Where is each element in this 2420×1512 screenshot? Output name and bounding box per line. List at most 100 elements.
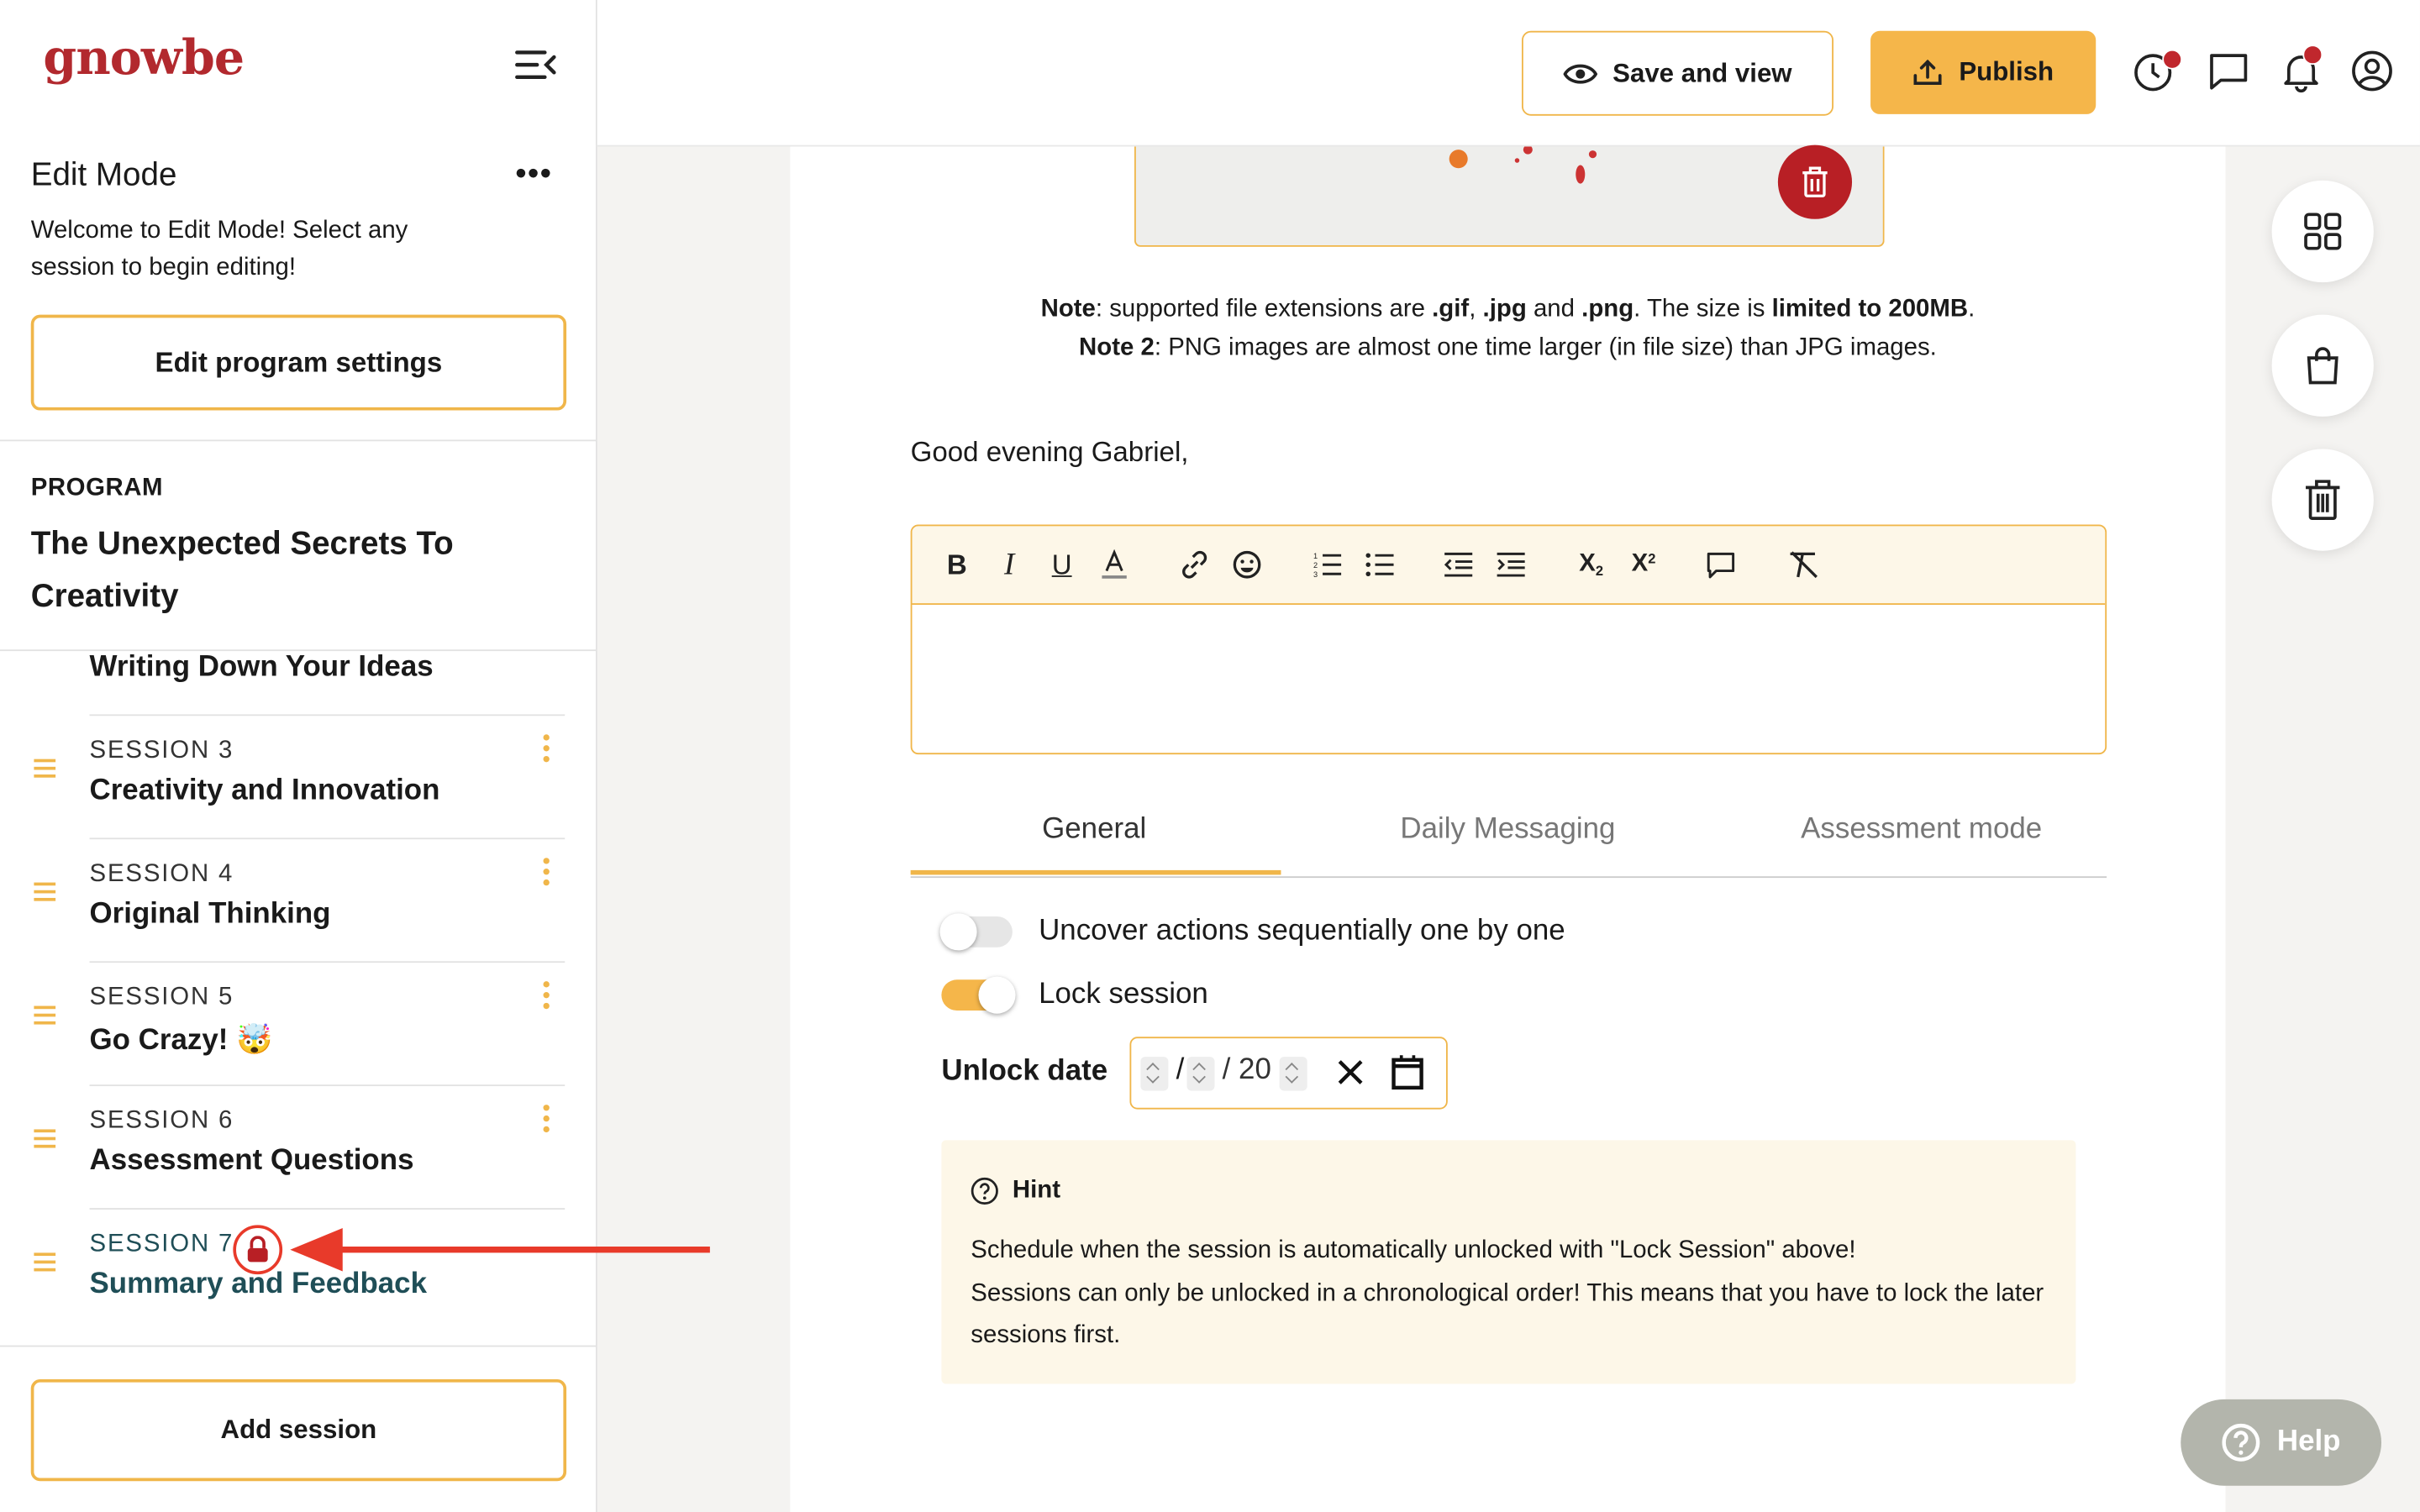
- bell-icon[interactable]: [2280, 45, 2323, 93]
- shop-button[interactable]: [2271, 314, 2374, 417]
- underline-icon[interactable]: U: [1044, 548, 1078, 581]
- session-name: Original Thinking: [89, 897, 331, 931]
- drag-handle-icon[interactable]: [34, 759, 56, 783]
- gnowbe-logo[interactable]: gnowbe: [43, 31, 245, 87]
- year-prefix: / 20: [1222, 1053, 1271, 1087]
- file-note: Note: supported file extensions are .gif…: [790, 297, 2225, 324]
- profile-icon[interactable]: [2350, 50, 2393, 92]
- outdent-icon[interactable]: [1441, 548, 1475, 581]
- save-and-view-label: Save and view: [1612, 57, 1792, 87]
- subscript-icon[interactable]: X2: [1573, 548, 1610, 581]
- superscript-icon[interactable]: X2: [1625, 548, 1662, 581]
- session-menu-icon[interactable]: [537, 734, 555, 767]
- hint-body: Schedule when the session is automatical…: [971, 1230, 2059, 1357]
- note-text: : PNG images are almost one time larger …: [1154, 334, 1937, 361]
- session-item-5[interactable]: SESSION 5 Go Crazy! 🤯: [0, 963, 596, 1087]
- hint-box: Hint Schedule when the session is automa…: [941, 1140, 2076, 1384]
- ext-png: .png: [1581, 296, 1634, 323]
- lock-session-toggle[interactable]: [941, 976, 1016, 1014]
- eye-icon: [1563, 63, 1597, 83]
- drag-handle-icon[interactable]: [34, 882, 56, 906]
- month-spinner[interactable]: [1140, 1057, 1169, 1091]
- hint-title: Hint: [1012, 1177, 1061, 1204]
- collapse-sidebar-icon[interactable]: [514, 46, 557, 83]
- calendar-icon[interactable]: [1391, 1053, 1424, 1090]
- tab-general[interactable]: General: [895, 787, 1293, 874]
- session-menu-icon[interactable]: [537, 858, 555, 890]
- file-note-2: Note 2: PNG images are almost one time l…: [790, 335, 2225, 363]
- cover-image-preview: [1134, 146, 1885, 247]
- trash-icon: [2306, 480, 2340, 520]
- ext-gif: .gif: [1432, 296, 1470, 323]
- uncover-sequential-toggle[interactable]: [939, 913, 1013, 951]
- toggle-knob: [978, 976, 1016, 1014]
- indent-icon[interactable]: [1494, 548, 1528, 581]
- drag-handle-icon[interactable]: [34, 1252, 56, 1276]
- program-title: The Unexpected Secrets To Creativity: [30, 526, 454, 615]
- delete-image-button[interactable]: [1777, 144, 1853, 219]
- emoji-icon[interactable]: [1230, 548, 1264, 581]
- unlock-date-input[interactable]: / / 20: [1129, 1037, 1448, 1110]
- sidebar: gnowbe Edit Mode ••• Welcome to Edit Mod…: [0, 0, 597, 1512]
- session-item-3[interactable]: SESSION 3 Creativity and Innovation: [0, 716, 596, 840]
- grid-icon: [2304, 213, 2342, 250]
- notification-dot: [2162, 49, 2183, 70]
- bold-icon[interactable]: B: [940, 548, 974, 581]
- chat-icon[interactable]: [2207, 50, 2249, 92]
- note-text: . The size is: [1634, 296, 1772, 323]
- note-label: Note: [1040, 296, 1096, 323]
- bullet-list-icon[interactable]: [1363, 548, 1397, 581]
- drag-handle-icon[interactable]: [34, 1129, 56, 1152]
- date-separator: /: [1176, 1053, 1185, 1087]
- more-options-icon[interactable]: •••: [515, 157, 552, 192]
- session-menu-icon[interactable]: [537, 1105, 555, 1137]
- note-label: Note 2: [1079, 334, 1155, 361]
- program-label: PROGRAM: [30, 475, 164, 501]
- shopping-bag-icon: [2307, 347, 2338, 385]
- delete-session-button[interactable]: [2271, 449, 2374, 551]
- year-spinner[interactable]: [1279, 1057, 1307, 1091]
- welcome-text: Welcome to Edit Mode! Select any session…: [30, 217, 408, 281]
- session-item-6[interactable]: SESSION 6 Assessment Questions: [0, 1086, 596, 1210]
- session-item-4[interactable]: SESSION 4 Original Thinking: [0, 839, 596, 963]
- save-and-view-button[interactable]: Save and view: [1521, 30, 1833, 116]
- session-name: Assessment Questions: [89, 1144, 414, 1178]
- upload-icon: [1914, 59, 1943, 86]
- rich-text-editor[interactable]: B I U 123 X2 X2: [910, 524, 2107, 755]
- svg-text:2: 2: [1313, 561, 1318, 570]
- hint-line: Schedule when the session is automatical…: [971, 1237, 1856, 1264]
- session-name: Go Crazy! 🤯: [89, 1024, 273, 1058]
- svg-text:1: 1: [1313, 552, 1318, 560]
- separator: .: [1968, 296, 1975, 323]
- link-icon[interactable]: [1177, 548, 1211, 581]
- text-color-icon[interactable]: [1097, 548, 1131, 581]
- notification-dot: [2302, 45, 2323, 66]
- day-spinner[interactable]: [1186, 1057, 1215, 1091]
- publish-button[interactable]: Publish: [1870, 30, 2096, 114]
- hint-line: Sessions can only be unlocked in a chron…: [971, 1279, 2044, 1349]
- session-item-2[interactable]: Writing Down Your Ideas: [0, 651, 596, 717]
- separator: and: [1526, 296, 1582, 323]
- settings-tabs: General Daily Messaging Assessment mode: [910, 787, 2107, 879]
- help-label: Help: [2276, 1425, 2341, 1458]
- session-number: SESSION 3: [89, 737, 234, 764]
- session-number: SESSION 6: [89, 1107, 234, 1134]
- drag-handle-icon[interactable]: [34, 1005, 56, 1030]
- italic-icon[interactable]: I: [992, 547, 1026, 581]
- unlock-date-label: Unlock date: [941, 1055, 1108, 1088]
- clear-date-icon[interactable]: [1335, 1057, 1366, 1088]
- active-tab-indicator: [910, 869, 1281, 875]
- history-icon[interactable]: [2131, 49, 2183, 92]
- clear-format-icon[interactable]: [1786, 548, 1819, 581]
- greeting-text: Good evening Gabriel,: [910, 436, 1189, 468]
- add-session-button[interactable]: Add session: [30, 1379, 567, 1482]
- layout-grid-button[interactable]: [2271, 180, 2374, 283]
- edit-program-settings-button[interactable]: Edit program settings: [30, 314, 567, 411]
- tab-daily-messaging[interactable]: Daily Messaging: [1309, 787, 1707, 874]
- trash-icon: [1802, 166, 1828, 197]
- ordered-list-icon[interactable]: 123: [1310, 548, 1344, 581]
- session-menu-icon[interactable]: [537, 981, 555, 1014]
- tab-assessment-mode[interactable]: Assessment mode: [1723, 787, 2121, 874]
- comment-icon[interactable]: [1704, 548, 1738, 581]
- help-button[interactable]: Help: [2181, 1399, 2382, 1486]
